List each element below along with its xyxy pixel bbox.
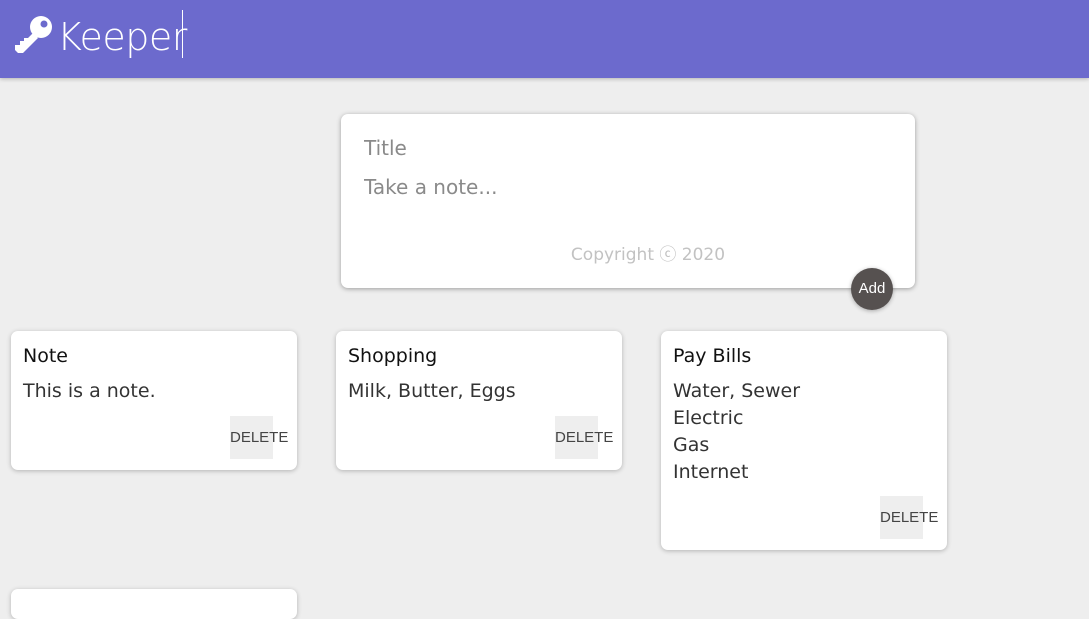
note-content: Milk, Butter, Eggs <box>348 380 516 402</box>
note-card <box>11 589 297 619</box>
delete-button[interactable]: DELETE <box>555 416 613 459</box>
note-content: Water, Sewer Electric Gas Internet <box>673 380 801 483</box>
key-icon <box>15 16 52 53</box>
note-card: Note This is a note. DELETE <box>11 331 297 470</box>
add-button[interactable]: Add <box>851 268 893 310</box>
delete-label: DELETE <box>555 429 614 446</box>
note-title: Shopping <box>348 345 438 367</box>
copyright-text: Copyright ⓒ 2020 <box>570 245 726 265</box>
delete-button[interactable]: DELETE <box>230 416 288 459</box>
delete-label: DELETE <box>230 429 289 446</box>
delete-button[interactable]: DELETE <box>880 496 938 539</box>
note-title-input[interactable] <box>364 136 884 160</box>
note-title: Note <box>23 345 68 367</box>
note-content-input[interactable] <box>364 175 884 211</box>
note-content: This is a note. <box>23 380 156 402</box>
note-card: Pay Bills Water, Sewer Electric Gas Inte… <box>661 331 947 550</box>
note-title: Pay Bills <box>673 345 752 367</box>
app-title: Keeper <box>57 15 187 59</box>
text-cursor <box>182 10 183 58</box>
create-note-form: Copyright ⓒ 2020 <box>341 114 915 288</box>
note-card: Shopping Milk, Butter, Eggs DELETE <box>336 331 622 470</box>
app-header: Keeper <box>0 0 1089 78</box>
delete-label: DELETE <box>880 509 939 526</box>
